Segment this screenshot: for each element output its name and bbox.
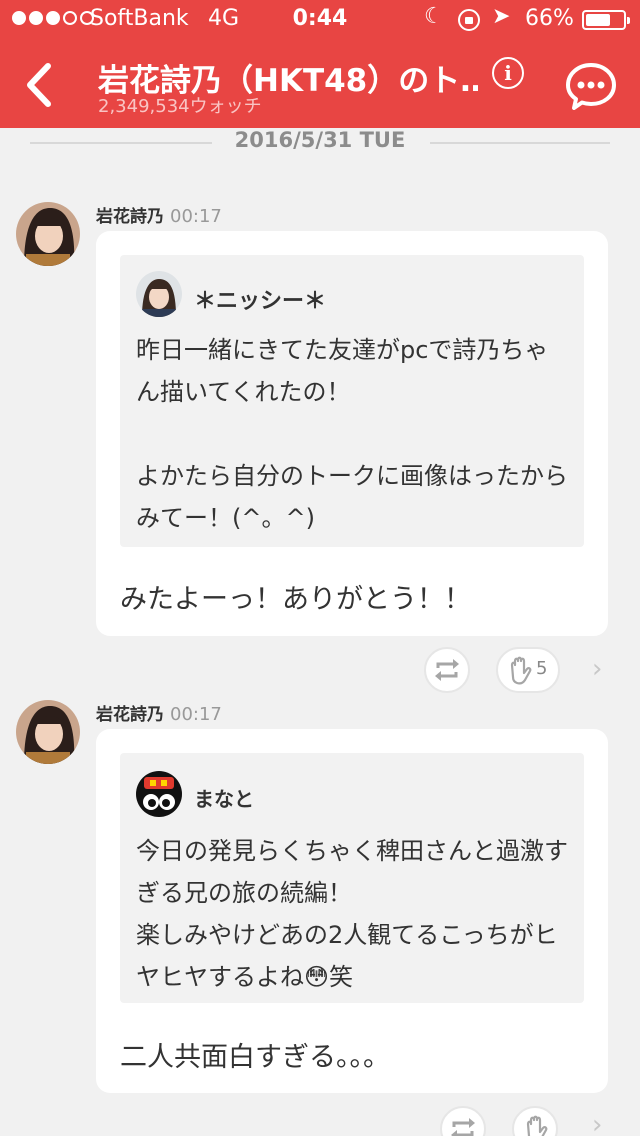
reply-text: 二人共面白すぎる。。。 [120,1042,390,1073]
info-button[interactable]: i [492,57,524,89]
status-bar: SoftBank 4G 0:44 ☾ ➤ 66% [0,0,640,40]
message-time: 00:17 [170,704,222,725]
quoted-message[interactable]: ＊ニッシー＊ 昨日一緒にきてた友達がpcで詩乃ちゃん描いてくれたの！ よかたら自… [120,255,584,547]
repost-icon [451,1118,475,1136]
chat-bubble-icon [566,63,616,110]
clap-hand-icon [510,656,532,685]
quoted-avatar [136,271,182,317]
repost-icon [435,659,459,681]
sender-avatar[interactable] [16,202,80,266]
do-not-disturb-icon: ☾ [424,4,444,29]
location-icon: ➤ [492,4,511,29]
clap-hand-icon [526,1115,548,1136]
quoted-text: 昨日一緒にきてた友達がpcで詩乃ちゃん描いてくれたの！ よかたら自分のトークに画… [136,336,568,532]
chevron-left-icon [27,63,51,107]
message-time: 00:17 [170,206,222,227]
message-bubble[interactable]: ＊ニッシー＊ 昨日一緒にきてた友達がpcで詩乃ちゃん描いてくれたの！ よかたら自… [96,231,608,636]
app-header: SoftBank 4G 0:44 ☾ ➤ 66% 岩花詩乃（HKT48）のト… … [0,0,640,128]
sender-avatar[interactable] [16,700,80,764]
chevron-right-icon[interactable]: › [592,654,602,684]
battery-percent: 66% [525,6,574,31]
message-sender: 岩花詩乃 00:17 [96,700,222,725]
comment-button[interactable] [565,62,617,110]
back-button[interactable] [18,60,62,110]
info-icon: i [504,61,512,85]
sender-name: 岩花詩乃 [96,705,164,725]
battery-icon [582,10,630,30]
chevron-right-icon[interactable]: › [592,1110,602,1136]
date-divider: 2016/5/31 TUE [30,128,610,156]
message-sender: 岩花詩乃 00:17 [96,202,222,227]
retalk-button[interactable] [424,647,470,693]
rotation-lock-icon [458,9,480,31]
quoted-author: まなと [194,787,254,811]
quoted-message[interactable]: まなと 今日の発見らくちゃく稗田さんと過激すぎる兄の旅の続編！ 楽しみやけどあの… [120,753,584,1003]
sender-name: 岩花詩乃 [96,207,164,227]
message-bubble[interactable]: まなと 今日の発見らくちゃく稗田さんと過激すぎる兄の旅の続編！ 楽しみやけどあの… [96,729,608,1093]
retalk-button[interactable] [440,1106,486,1136]
reply-text: みたよーっ！ありがとう！！ [120,584,471,615]
quoted-avatar [136,771,182,817]
quoted-text: 今日の発見らくちゃく稗田さんと過激すぎる兄の旅の続編！ 楽しみやけどあの2人観て… [136,837,568,991]
date-label: 2016/5/31 TUE [234,128,406,152]
clap-button[interactable] [512,1106,558,1136]
clap-button[interactable]: 5 [496,647,560,693]
clap-count: 5 [536,658,548,679]
watch-count: 2,349,534ウォッチ [98,96,262,117]
quoted-author: ＊ニッシー＊ [194,289,327,314]
